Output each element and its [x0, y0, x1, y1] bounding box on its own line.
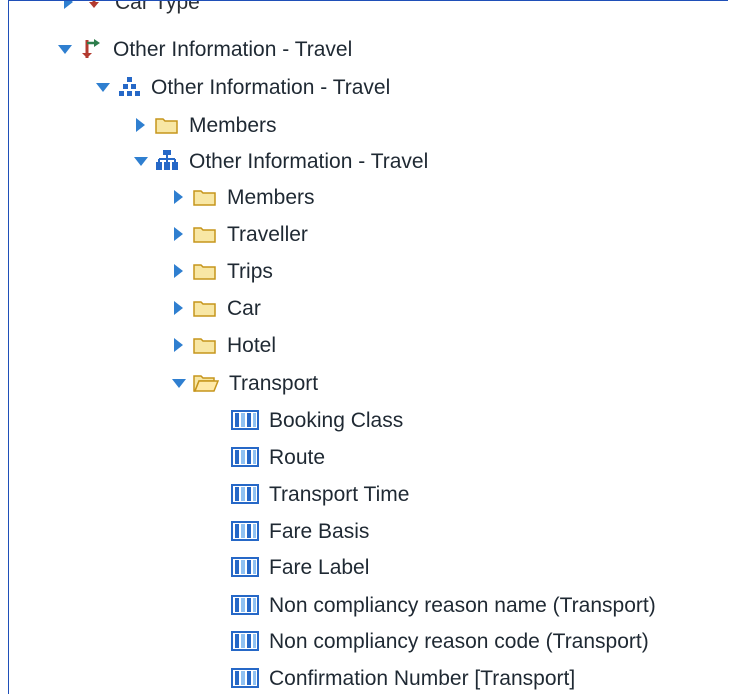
tree-item-transport[interactable]: Transport: [171, 365, 318, 401]
tree-item-car[interactable]: Car: [171, 290, 261, 326]
chevron-right-icon[interactable]: [171, 190, 185, 204]
chevron-right-icon[interactable]: [133, 118, 147, 132]
tree-item-label: Route: [269, 445, 326, 469]
chevron-right-icon[interactable]: [171, 301, 185, 315]
tree-item-label: Fare Basis: [269, 519, 370, 543]
folder-icon: [193, 335, 217, 355]
hierarchy-arrow-icon: [83, 1, 105, 14]
tree-item-car-type[interactable]: Car Type: [61, 0, 200, 20]
tree-item-label: Hotel: [227, 333, 277, 357]
tree-item-label: Booking Class: [269, 408, 404, 432]
tree-item-label: Fare Label: [269, 555, 370, 579]
tree-item-non-compliancy-reason-name[interactable]: Non compliancy reason name (Transport): [231, 587, 656, 623]
folder-icon: [193, 261, 217, 281]
tree-item-fare-basis[interactable]: Fare Basis: [231, 513, 369, 549]
metadata-tree-panel: Car Type Other Information - Travel Othe…: [8, 0, 728, 694]
tree-item-confirmation-number[interactable]: Confirmation Number [Transport]: [231, 660, 575, 694]
chevron-down-icon[interactable]: [95, 80, 110, 94]
tree-item-label: Other Information - Travel: [113, 37, 353, 61]
column-icon: [231, 409, 259, 431]
tree-item-booking-class[interactable]: Booking Class: [231, 402, 403, 438]
tree-item-label: Non compliancy reason code (Transport): [269, 629, 649, 653]
column-icon: [231, 556, 259, 578]
folder-icon: [155, 115, 179, 135]
chevron-down-icon[interactable]: [57, 42, 72, 56]
column-icon: [231, 630, 259, 652]
tree-item-route[interactable]: Route: [231, 439, 325, 475]
open-folder-icon: [193, 373, 219, 393]
tree-item-other-information-travel-2[interactable]: Other Information - Travel: [95, 69, 390, 105]
tree-item-fare-label[interactable]: Fare Label: [231, 549, 369, 585]
tree-item-label: Confirmation Number [Transport]: [269, 666, 576, 690]
tree-item-other-information-travel-3[interactable]: Other Information - Travel: [133, 143, 428, 179]
tree-item-label: Car: [227, 296, 261, 320]
tree-item-label: Trips: [227, 259, 273, 283]
tree-item-trips[interactable]: Trips: [171, 253, 273, 289]
tree-item-label: Transport Time: [269, 482, 410, 506]
tree-item-other-information-travel-1[interactable]: Other Information - Travel: [57, 31, 352, 67]
tree-item-traveller[interactable]: Traveller: [171, 216, 308, 252]
tree-item-label: Other Information - Travel: [189, 149, 429, 173]
folder-icon: [193, 187, 217, 207]
folder-icon: [193, 298, 217, 318]
chevron-down-icon[interactable]: [171, 376, 186, 390]
tree-item-hotel[interactable]: Hotel: [171, 327, 276, 363]
tree-item-transport-time[interactable]: Transport Time: [231, 476, 409, 512]
branch-icon: [79, 37, 103, 61]
column-icon: [231, 594, 259, 616]
chevron-right-icon[interactable]: [171, 264, 185, 278]
folder-icon: [193, 224, 217, 244]
column-icon: [231, 667, 259, 689]
chevron-right-icon[interactable]: [171, 227, 185, 241]
column-icon: [231, 446, 259, 468]
chevron-down-icon[interactable]: [133, 154, 148, 168]
tree-item-members-2[interactable]: Members: [171, 179, 315, 215]
tree-item-label: Other Information - Travel: [151, 75, 391, 99]
org-chart-icon: [155, 149, 179, 173]
chevron-right-icon[interactable]: [171, 338, 185, 352]
tree-item-non-compliancy-reason-code[interactable]: Non compliancy reason code (Transport): [231, 623, 649, 659]
chevron-right-icon[interactable]: [61, 1, 75, 9]
tree-item-label: Traveller: [227, 222, 308, 246]
tree-item-label: Transport: [229, 371, 319, 395]
small-hierarchy-icon: [117, 75, 141, 99]
column-icon: [231, 520, 259, 542]
tree-item-members-1[interactable]: Members: [133, 107, 277, 143]
tree-item-label: Members: [227, 185, 315, 209]
column-icon: [231, 483, 259, 505]
tree-item-label: Members: [189, 113, 277, 137]
tree-item-label: Car Type: [115, 0, 200, 14]
tree-item-label: Non compliancy reason name (Transport): [269, 593, 656, 617]
